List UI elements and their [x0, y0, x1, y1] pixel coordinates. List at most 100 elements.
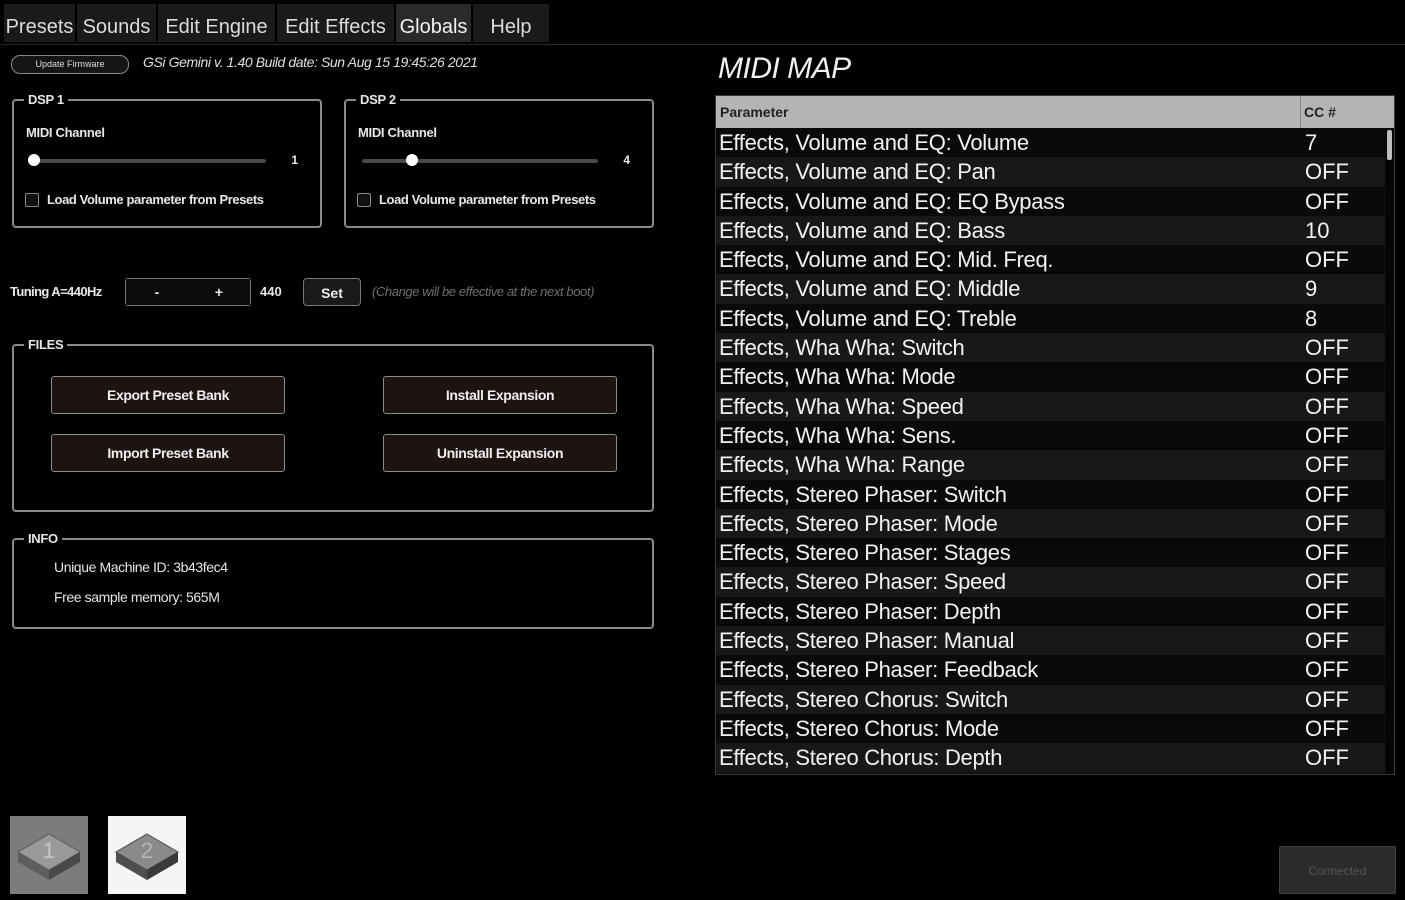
tuning-label: Tuning A=440Hz: [10, 284, 102, 299]
parameter-cell: Effects, Wha Wha: Mode: [719, 364, 956, 390]
table-row[interactable]: Effects, Volume and EQ: Treble 8: [716, 304, 1385, 333]
dsp2-select-button[interactable]: 2: [108, 816, 186, 894]
table-row[interactable]: Effects, Volume and EQ: Bass 10: [716, 215, 1385, 246]
uninstall-expansion-button[interactable]: Uninstall Expansion: [383, 434, 617, 472]
parameter-cell: Effects, Stereo Phaser: Manual: [719, 628, 1015, 654]
parameter-cell: Effects, Wha Wha: Switch: [719, 335, 965, 361]
export-preset-bank-button[interactable]: Export Preset Bank: [51, 376, 285, 414]
table-row[interactable]: Effects, Stereo Phaser: Feedback OFF: [716, 655, 1385, 684]
dsp1-load-volume-checkbox[interactable]: [25, 193, 39, 207]
cc-cell: OFF: [1305, 657, 1349, 683]
cc-cell: 10: [1305, 217, 1330, 243]
table-row[interactable]: Effects, Volume and EQ: Middle 9: [716, 274, 1385, 304]
midi-map-rows: Effects, Volume and EQ: Volume 7 Effects, …: [716, 128, 1385, 773]
tuning-decrement-button[interactable]: -: [126, 279, 189, 305]
tuning-increment-button[interactable]: +: [188, 279, 250, 305]
parameter-cell: Effects, Stereo Phaser: Stages: [719, 540, 1011, 566]
cc-cell: OFF: [1305, 452, 1349, 478]
table-row[interactable]: Effects, Stereo Chorus: Depth OFF: [716, 743, 1385, 773]
dsp2-midi-channel-slider[interactable]: [362, 159, 598, 163]
dsp2-midi-channel-value: 4: [623, 153, 630, 167]
table-row[interactable]: Effects, Wha Wha: Range OFF: [716, 450, 1385, 480]
parameter-cell: Effects, Volume and EQ: Bass: [719, 217, 1005, 243]
tab-edit-engine[interactable]: Edit Engine: [158, 4, 276, 42]
table-row[interactable]: Effects, Stereo Phaser: Stages OFF: [716, 538, 1385, 567]
parameter-cell: Effects, Stereo Phaser: Speed: [719, 569, 1006, 595]
tuning-value: 440: [260, 284, 282, 299]
dsp2-midi-channel-label: MIDI Channel: [358, 125, 437, 140]
parameter-cell: Effects, Wha Wha: Range: [719, 452, 965, 478]
table-row[interactable]: Effects, Wha Wha: Sens. OFF: [716, 421, 1385, 450]
files-title: FILES: [28, 337, 64, 352]
tab-help[interactable]: Help: [473, 4, 550, 42]
cc-cell: OFF: [1305, 188, 1349, 214]
dsp1-midi-channel-slider[interactable]: [30, 159, 266, 163]
table-row[interactable]: Effects, Stereo Chorus: Mode OFF: [716, 714, 1385, 743]
install-expansion-button[interactable]: Install Expansion: [383, 376, 617, 414]
tab-sounds[interactable]: Sounds: [77, 4, 157, 42]
table-row[interactable]: Effects, Wha Wha: Speed OFF: [716, 391, 1385, 421]
dsp1-group: DSP 1 MIDI Channel 1 Load Volume paramet…: [12, 92, 322, 228]
import-preset-bank-button[interactable]: Import Preset Bank: [51, 434, 285, 472]
cc-cell: OFF: [1305, 686, 1349, 712]
table-row[interactable]: Effects, Stereo Phaser: Mode OFF: [716, 508, 1385, 539]
cc-cell: OFF: [1305, 335, 1349, 361]
column-header-parameter[interactable]: Parameter: [720, 96, 1301, 128]
dsp2-load-volume-checkbox[interactable]: [357, 193, 371, 207]
table-row[interactable]: Effects, Stereo Phaser: Depth OFF: [716, 597, 1385, 626]
connected-button[interactable]: Connected: [1279, 846, 1396, 894]
parameter-cell: Effects, Stereo Chorus: Depth: [719, 745, 1003, 771]
cc-cell: OFF: [1305, 628, 1349, 654]
parameter-cell: Effects, Stereo Chorus: Mode: [719, 715, 999, 741]
cc-cell: OFF: [1305, 540, 1349, 566]
build-info: GSi Gemini v. 1.40 Build date: Sun Aug 1…: [143, 54, 478, 70]
table-row[interactable]: Effects, Volume and EQ: Pan OFF: [716, 157, 1385, 187]
cc-cell: OFF: [1305, 569, 1349, 595]
table-row[interactable]: Effects, Stereo Phaser: Speed OFF: [716, 567, 1385, 597]
parameter-cell: Effects, Wha Wha: Sens.: [719, 422, 957, 448]
cc-cell: OFF: [1305, 510, 1349, 536]
table-row[interactable]: Effects, Wha Wha: Switch OFF: [716, 333, 1385, 363]
parameter-cell: Effects, Volume and EQ: Treble: [719, 305, 1017, 331]
parameter-cell: Effects, Stereo Phaser: Mode: [719, 510, 998, 536]
midi-map-table: Parameter CC # Effects, Volume and EQ: V…: [715, 95, 1395, 775]
tab-globals[interactable]: Globals: [396, 4, 472, 42]
table-row[interactable]: Effects, Volume and EQ: Mid. Freq. OFF: [716, 245, 1385, 274]
parameter-cell: Effects, Stereo Phaser: Switch: [719, 481, 1007, 507]
parameter-cell: Effects, Volume and EQ: Middle: [719, 276, 1021, 302]
table-row[interactable]: Effects, Stereo Phaser: Manual OFF: [716, 626, 1385, 656]
tuning-set-button[interactable]: Set: [303, 278, 361, 306]
dsp1-title: DSP 1: [28, 92, 64, 107]
cc-cell: OFF: [1305, 481, 1349, 507]
table-row[interactable]: Effects, Volume and EQ: Volume 7: [716, 128, 1385, 157]
parameter-cell: Effects, Volume and EQ: Pan: [719, 159, 996, 185]
table-row[interactable]: Effects, Stereo Phaser: Switch OFF: [716, 480, 1385, 509]
tab-presets[interactable]: Presets: [4, 4, 76, 42]
dsp1-midi-channel-label: MIDI Channel: [26, 125, 105, 140]
dsp2-slider-knob[interactable]: [406, 154, 418, 166]
dsp2-load-volume-label: Load Volume parameter from Presets: [379, 192, 596, 207]
scrollbar-thumb[interactable]: [1387, 130, 1392, 160]
files-group: FILES Export Preset Bank Install Expansi…: [12, 337, 654, 512]
cc-cell: 9: [1305, 276, 1318, 302]
parameter-cell: Effects, Stereo Phaser: Depth: [719, 598, 1001, 624]
update-firmware-button[interactable]: Update Firmware: [11, 55, 129, 74]
cc-cell: OFF: [1305, 598, 1349, 624]
table-row[interactable]: Effects, Stereo Chorus: Switch OFF: [716, 684, 1385, 714]
midi-map-title: MIDI MAP: [718, 52, 851, 85]
cc-cell: OFF: [1305, 247, 1349, 273]
cc-cell: OFF: [1305, 364, 1349, 390]
dsp2-select-label: 2: [141, 838, 153, 863]
dsp1-select-button[interactable]: 1: [10, 816, 88, 894]
cc-cell: OFF: [1305, 715, 1349, 741]
table-row[interactable]: Effects, Volume and EQ: EQ Bypass OFF: [716, 187, 1385, 216]
parameter-cell: Effects, Stereo Phaser: Feedback: [719, 657, 1038, 683]
tab-edit-effects[interactable]: Edit Effects: [277, 4, 395, 42]
table-row[interactable]: Effects, Wha Wha: Mode OFF: [716, 362, 1385, 391]
dsp1-slider-knob[interactable]: [28, 154, 40, 166]
midi-map-scrollbar[interactable]: [1386, 128, 1393, 774]
info-group: INFO Unique Machine ID: 3b43fec4 Free sa…: [12, 531, 654, 629]
dsp1-midi-channel-value: 1: [291, 153, 298, 167]
cc-cell: 7: [1305, 130, 1318, 155]
column-header-cc[interactable]: CC #: [1304, 96, 1336, 128]
